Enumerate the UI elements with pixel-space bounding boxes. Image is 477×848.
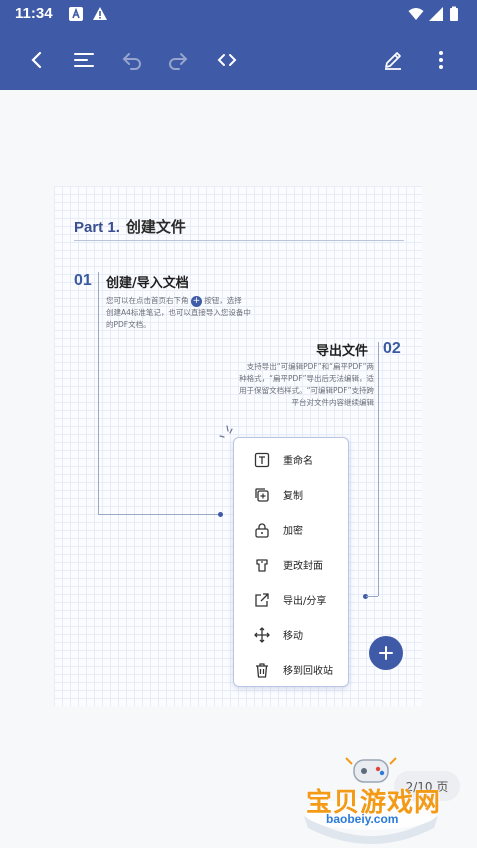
menu-label-change-cover: 更改封面 <box>283 561 323 572</box>
menu-label-copy: 复制 <box>283 491 303 502</box>
menu-label-export-share: 导出/分享 <box>283 596 327 607</box>
undo-icon <box>122 53 141 70</box>
cover-icon <box>256 558 268 572</box>
section1-line1a: 您可以在点击首页右下角 <box>106 296 189 305</box>
section1-number: 01 <box>74 272 92 289</box>
rename-icon <box>254 452 270 467</box>
undo-button[interactable] <box>117 46 147 74</box>
section1-heading: 创建/导入文档 <box>106 276 189 291</box>
copy-icon <box>255 487 269 502</box>
plus-badge-icon: + <box>190 295 202 307</box>
status-bar: 11:34 <box>0 0 477 28</box>
code-icon <box>217 54 237 66</box>
section2-line1: 支持导出“可编辑PDF”和“扁平PDF”两 <box>246 362 374 371</box>
edit-button[interactable] <box>378 46 408 74</box>
notification-a-icon <box>69 7 83 21</box>
section1-body: 您可以在点击首页右下角 + 按钮，选择 创建A4标准笔记，也可以直接导入您设备中… <box>106 295 286 331</box>
title-divider <box>74 240 404 241</box>
menu-item-export-share[interactable]: 导出/分享 <box>234 582 348 617</box>
menu-label-trash: 移到回收站 <box>283 666 333 677</box>
edit-pen-icon <box>385 52 401 70</box>
section1-line2: 创建A4标准笔记，也可以直接导入您设备中 <box>106 308 251 317</box>
trash-icon <box>256 662 268 678</box>
add-button[interactable] <box>369 636 403 670</box>
section1-connector <box>98 272 99 514</box>
section2-line2: 种格式，“扁平PDF”导出后无法编辑，适 <box>239 374 374 383</box>
app-bar: 11:34 <box>0 0 477 90</box>
move-icon <box>254 626 270 643</box>
section2-number: 02 <box>383 340 401 357</box>
more-vert-icon <box>439 51 443 69</box>
section2-heading: 导出文件 <box>316 344 369 359</box>
watermark-logo: 宝贝游戏网 baobeiy.com <box>296 756 446 844</box>
wifi-icon <box>408 8 424 20</box>
section1-line3: 的PDF文档。 <box>106 320 151 329</box>
menu-label-encrypt: 加密 <box>283 526 303 537</box>
share-icon <box>255 592 269 607</box>
part-title: Part 1. 创建文件 <box>74 216 186 237</box>
menu-item-move[interactable]: 移动 <box>234 617 348 652</box>
menu-label-rename: 重命名 <box>283 456 313 467</box>
section2-connector <box>378 342 379 596</box>
toolbar <box>0 36 477 84</box>
menu-item-copy[interactable]: 复制 <box>234 477 348 512</box>
warning-icon <box>93 7 107 20</box>
menu-item-trash[interactable]: 移到回收站 <box>234 652 348 687</box>
redo-button[interactable] <box>163 46 193 74</box>
menu-item-encrypt[interactable]: 加密 <box>234 512 348 547</box>
code-button[interactable] <box>212 46 242 74</box>
section1-dot <box>218 512 223 517</box>
section2-line4: 平台对文件内容继续编辑 <box>291 398 375 407</box>
section1-line1b: 按钮，选择 <box>204 296 242 305</box>
section2-connector-h <box>366 596 378 597</box>
battery-icon <box>450 6 458 21</box>
section2-body: 支持导出“可编辑PDF”和“扁平PDF”两 种格式，“扁平PDF”导出后无法编辑… <box>202 361 374 409</box>
section2-line3: 用于保留文档样式。“可编辑PDF”支持跨 <box>239 386 374 395</box>
back-button[interactable] <box>22 46 52 74</box>
plus-icon <box>379 646 393 660</box>
context-menu: 重命名 复制 加密 更改封面 导出/分享 移动 移到回收站 <box>233 437 349 687</box>
part-label: Part 1. <box>74 219 120 236</box>
lock-icon <box>255 522 269 538</box>
section1-connector-h <box>98 514 220 515</box>
status-time: 11:34 <box>15 5 53 22</box>
menu-label-move: 移动 <box>283 631 303 642</box>
outline-icon <box>74 53 94 67</box>
signal-icon <box>429 7 443 21</box>
redo-icon <box>169 53 188 70</box>
menu-item-change-cover[interactable]: 更改封面 <box>234 547 348 582</box>
menu-item-rename[interactable]: 重命名 <box>234 442 348 477</box>
part-title-text: 创建文件 <box>125 219 186 236</box>
outline-button[interactable] <box>69 46 99 74</box>
back-icon <box>31 51 42 69</box>
more-button[interactable] <box>426 46 456 74</box>
watermark-url: baobeiy.com <box>326 812 399 826</box>
